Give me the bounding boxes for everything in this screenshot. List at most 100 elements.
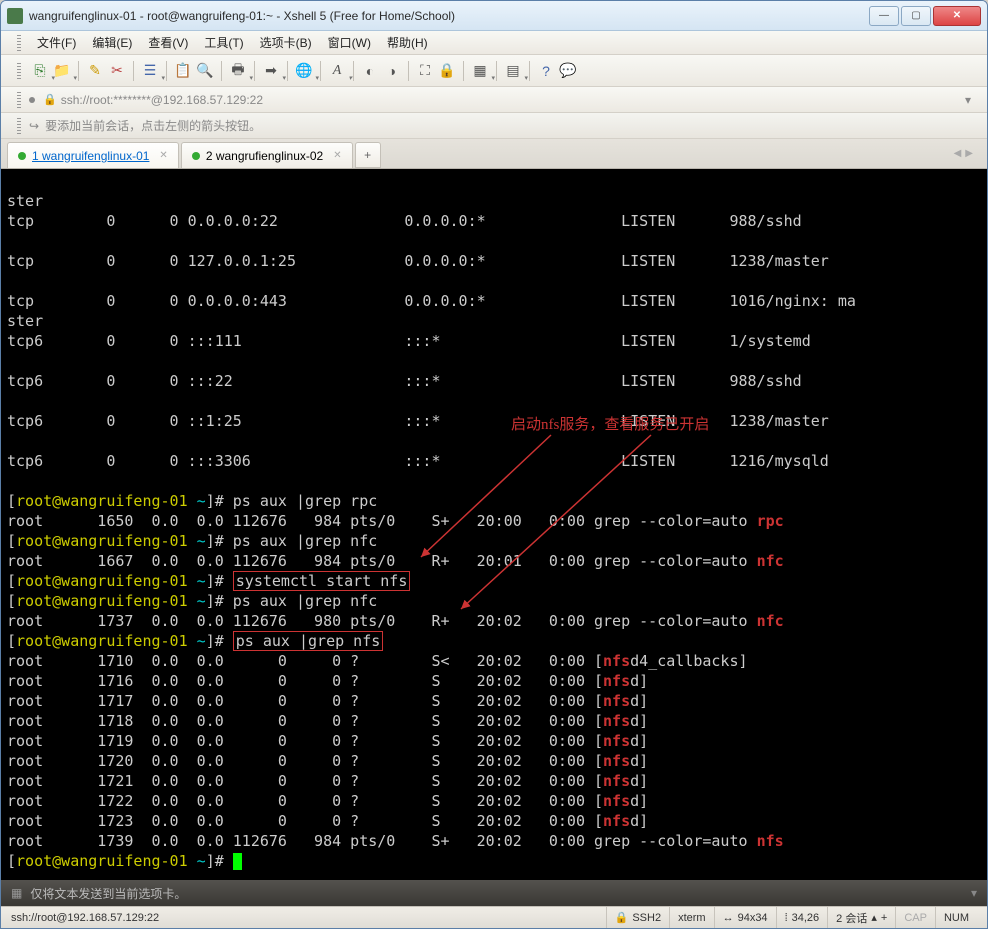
maximize-button[interactable]: ▢ — [901, 6, 931, 26]
close-button[interactable]: ✕ — [933, 6, 981, 26]
titlebar[interactable]: wangruifenglinux-01 - root@wangruifeng-0… — [1, 1, 987, 31]
copy-button[interactable]: 📋 — [172, 60, 194, 82]
menu-tools[interactable]: 工具(T) — [196, 32, 251, 53]
prompt-user: root@wangruifeng-01 — [16, 572, 188, 590]
tab-label: 1 wangruifenglinux-01 — [32, 149, 149, 163]
toolbar-separator — [133, 61, 134, 81]
app-icon — [7, 8, 23, 24]
out-pre: root 1667 0.0 0.0 112676 984 pts/0 R+ 20… — [7, 552, 757, 570]
lock-icon: 🔒 — [43, 93, 57, 106]
menu-window[interactable]: 窗口(W) — [320, 32, 379, 53]
hint-arrow-icon[interactable]: ↪ — [29, 119, 39, 133]
properties-button[interactable]: ☰ — [139, 60, 161, 82]
menu-file[interactable]: 文件(F) — [29, 32, 84, 53]
window-title: wangruifenglinux-01 - root@wangruifeng-0… — [29, 9, 869, 23]
minimize-button[interactable]: — — [869, 6, 899, 26]
tab-session-2[interactable]: 2 wangrufienglinux-02 ✕ — [181, 142, 353, 168]
reconnect-button[interactable]: ✎ — [84, 60, 106, 82]
terminal-line: ster — [7, 312, 43, 330]
menu-tabs[interactable]: 选项卡(B) — [252, 32, 320, 53]
tab-close-icon[interactable]: ✕ — [159, 150, 167, 161]
encoding-button[interactable]: ◑ — [381, 60, 403, 82]
about-button[interactable]: 💬 — [557, 60, 579, 82]
sessions-chevron-icon[interactable]: ▴ — [871, 911, 877, 924]
toolbar-separator — [463, 61, 464, 81]
open-button[interactable]: 📁 — [51, 60, 73, 82]
find-button[interactable]: ➡ — [260, 60, 282, 82]
color-button[interactable]: ◐ — [359, 60, 381, 82]
toolbar: ⎘ 📁 ✎ ✂ ☰ 📋 🔍 🖶 ➡ 🌐 A ◐ ◑ ⛶ 🔒 ▦ ▤ ? 💬 — [1, 55, 987, 87]
new-session-button[interactable]: ⎘ — [29, 60, 51, 82]
prompt-close: ]# — [206, 532, 233, 550]
out-kw: nfc — [757, 612, 784, 630]
lock-icon: 🔒 — [615, 911, 629, 924]
out-pre: root 1721 0.0 0.0 0 0 ? S 20:02 0:00 [ — [7, 772, 603, 790]
tab-session-1[interactable]: 1 wangruifenglinux-01 ✕ — [7, 142, 179, 168]
prompt-path: ~ — [188, 592, 206, 610]
tab-prev-icon[interactable]: ◀ — [954, 148, 962, 159]
menu-help[interactable]: 帮助(H) — [379, 32, 436, 53]
status-protocol: 🔒SSH2 — [606, 907, 669, 928]
terminal-line: ster — [7, 192, 43, 210]
out-post: d4_callbacks] — [630, 652, 747, 670]
toolbar-separator — [353, 61, 354, 81]
prompt-close: ]# — [206, 632, 233, 650]
out-post: d] — [630, 752, 648, 770]
lock-button[interactable]: 🔒 — [436, 60, 458, 82]
cmd-highlighted: ps aux |grep nfs — [233, 631, 384, 651]
tab-nav: ◀ ▶ — [946, 148, 981, 159]
size-icon: ↔ — [723, 912, 734, 924]
compose-icon[interactable]: ▦ — [11, 886, 22, 900]
prompt-path: ~ — [188, 572, 206, 590]
menu-view[interactable]: 查看(V) — [140, 32, 196, 53]
out-kw: nfs — [603, 772, 630, 790]
window-controls: — ▢ ✕ — [869, 6, 981, 26]
out-pre: root 1739 0.0 0.0 112676 984 pts/0 S+ 20… — [7, 832, 757, 850]
tab-close-icon[interactable]: ✕ — [333, 150, 341, 161]
address-input[interactable]: ssh://root:********@192.168.57.129:22 — [61, 93, 965, 107]
annotation-text: 启动nfs服务，查看服务已开启 — [511, 415, 709, 435]
toolbar-separator — [221, 61, 222, 81]
tab-status-icon — [18, 152, 26, 160]
addressbar-grip[interactable] — [17, 92, 21, 108]
compose-input[interactable]: 仅将文本发送到当前选项卡。 — [30, 885, 971, 902]
tab-add-button[interactable]: + — [355, 142, 381, 168]
menubar-grip[interactable] — [17, 35, 21, 51]
address-dropdown-icon[interactable]: ▾ — [965, 93, 971, 107]
out-pre: root 1723 0.0 0.0 0 0 ? S 20:02 0:00 [ — [7, 812, 603, 830]
terminal[interactable]: ster tcp 0 0 0.0.0.0:22 0.0.0.0:* LISTEN… — [1, 169, 987, 880]
menu-edit[interactable]: 编辑(E) — [84, 32, 140, 53]
status-cap: CAP — [895, 907, 935, 928]
tab-status-icon — [192, 152, 200, 160]
compose-bar: ▦ 仅将文本发送到当前选项卡。 ▾ — [1, 880, 987, 906]
terminal-line: tcp6 0 0 :::3306 :::* LISTEN 1216/mysqld — [7, 452, 829, 470]
hintbar-grip[interactable] — [17, 118, 21, 134]
out-kw: nfs — [603, 692, 630, 710]
globe-button[interactable]: 🌐 — [293, 60, 315, 82]
tab-next-icon[interactable]: ▶ — [965, 148, 973, 159]
out-pre: root 1719 0.0 0.0 0 0 ? S 20:02 0:00 [ — [7, 732, 603, 750]
hint-text: 要添加当前会话，点击左侧的箭头按钮。 — [45, 117, 261, 134]
fullscreen-button[interactable]: ⛶ — [414, 60, 436, 82]
out-post: d] — [630, 672, 648, 690]
toolbar-separator — [254, 61, 255, 81]
sessions-plus-icon[interactable]: + — [881, 912, 887, 924]
help-button[interactable]: ? — [535, 60, 557, 82]
tile-button[interactable]: ▤ — [502, 60, 524, 82]
print-button[interactable]: 🖶 — [227, 60, 249, 82]
prompt-close: ]# — [206, 592, 233, 610]
paste-button[interactable]: 🔍 — [194, 60, 216, 82]
toolbar-separator — [320, 61, 321, 81]
disconnect-button[interactable]: ✂ — [106, 60, 128, 82]
layout-button[interactable]: ▦ — [469, 60, 491, 82]
prompt-open: [ — [7, 852, 16, 870]
prompt-open: [ — [7, 592, 16, 610]
out-pre: root 1710 0.0 0.0 0 0 ? S< 20:02 0:00 [ — [7, 652, 603, 670]
tab-label: 2 wangrufienglinux-02 — [206, 149, 323, 163]
compose-dropdown-icon[interactable]: ▾ — [971, 886, 977, 900]
font-button[interactable]: A — [326, 60, 348, 82]
prompt-user: root@wangruifeng-01 — [16, 492, 188, 510]
toolbar-grip[interactable] — [17, 63, 21, 79]
prompt-open: [ — [7, 532, 16, 550]
toolbar-separator — [408, 61, 409, 81]
